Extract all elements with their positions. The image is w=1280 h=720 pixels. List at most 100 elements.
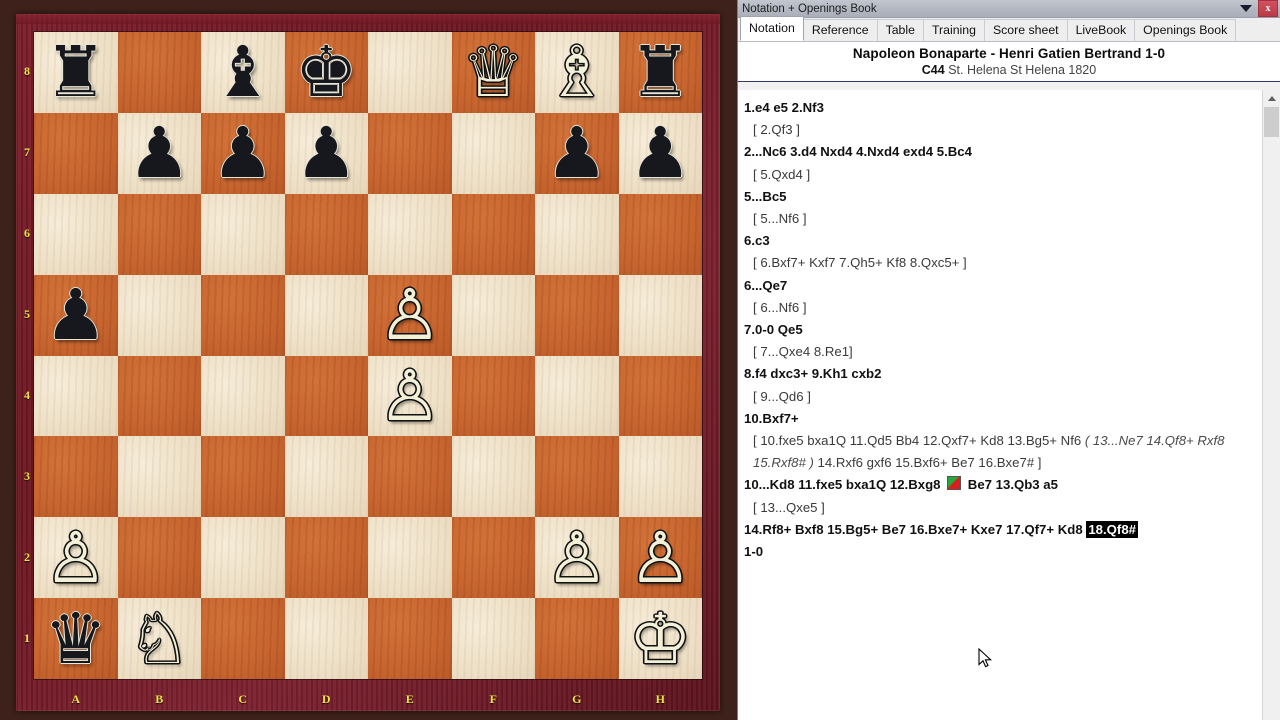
square-f1[interactable] — [451, 598, 535, 679]
variation-text-tail[interactable]: 14.Rxf6 gxf6 15.Bxf6+ Be7 16.Bxe7# ] — [814, 455, 1042, 470]
piece-white-bishop[interactable]: ♗ — [535, 32, 619, 113]
piece-white-pawn[interactable]: ♙ — [368, 356, 452, 437]
square-b1[interactable]: ♘ — [117, 598, 202, 679]
piece-black-pawn[interactable]: ♟ — [201, 113, 285, 194]
square-g5[interactable] — [535, 274, 619, 356]
square-a6[interactable] — [34, 193, 118, 275]
tab-openings-book[interactable]: Openings Book — [1134, 19, 1237, 41]
square-f7[interactable] — [451, 112, 535, 194]
square-d4[interactable] — [284, 355, 368, 437]
piece-white-pawn[interactable]: ♙ — [535, 517, 619, 598]
square-h1[interactable]: ♔ — [618, 598, 703, 679]
square-c8[interactable]: ♝ — [201, 32, 285, 113]
piece-black-pawn[interactable]: ♟ — [535, 113, 619, 194]
square-b4[interactable] — [117, 355, 201, 437]
close-icon[interactable]: x — [1258, 0, 1278, 17]
move-text-tail[interactable]: Be7 13.Qb3 a5 — [964, 477, 1058, 492]
square-f4[interactable] — [451, 355, 535, 437]
notation-line[interactable]: 2...Nc6 3.d4 Nxd4 4.Nxd4 exd4 5.Bc4 — [744, 141, 1280, 163]
square-b5[interactable] — [117, 274, 201, 356]
notation-line[interactable]: 6.c3 — [744, 230, 1280, 252]
square-b6[interactable] — [117, 193, 201, 275]
tab-livebook[interactable]: LiveBook — [1066, 19, 1136, 41]
square-d8[interactable]: ♚ — [284, 32, 369, 113]
square-g7[interactable]: ♟ — [535, 112, 619, 194]
piece-white-pawn[interactable]: ♙ — [368, 275, 452, 356]
piece-white-pawn[interactable]: ♙ — [34, 517, 118, 598]
notation-line[interactable]: 7.0-0 Qe5 — [744, 319, 1280, 341]
piece-white-king[interactable]: ♔ — [619, 598, 703, 679]
tab-training[interactable]: Training — [922, 19, 985, 41]
piece-black-king[interactable]: ♚ — [285, 32, 369, 113]
notation-line[interactable]: [ 10.fxe5 bxa1Q 11.Qd5 Bb4 12.Qxf7+ Kd8 … — [744, 430, 1258, 474]
notation-line[interactable]: [ 2.Qf3 ] — [744, 119, 1280, 141]
square-c5[interactable] — [201, 274, 285, 356]
square-e8[interactable] — [368, 32, 452, 113]
scrollbar-thumb[interactable] — [1264, 107, 1279, 137]
square-d3[interactable] — [284, 436, 368, 518]
square-h3[interactable] — [618, 436, 702, 518]
piece-white-knight[interactable]: ♘ — [118, 598, 202, 679]
square-a3[interactable] — [34, 436, 118, 518]
panel-titlebar[interactable]: Notation + Openings Book x — [738, 0, 1280, 18]
square-a5[interactable]: ♟ — [34, 274, 118, 356]
square-a2[interactable]: ♙ — [34, 517, 118, 599]
square-a4[interactable] — [34, 355, 118, 437]
square-e5[interactable]: ♙ — [368, 274, 452, 356]
piece-white-pawn[interactable]: ♙ — [619, 517, 703, 598]
square-c4[interactable] — [201, 355, 285, 437]
square-g6[interactable] — [535, 193, 619, 275]
square-d6[interactable] — [284, 193, 368, 275]
square-d5[interactable] — [284, 274, 368, 356]
square-d2[interactable] — [284, 517, 368, 599]
square-e3[interactable] — [368, 436, 452, 518]
square-d7[interactable]: ♟ — [284, 112, 368, 194]
square-f3[interactable] — [451, 436, 535, 518]
board-grid[interactable]: ♜ ♝ ♚ ♕ ♗ ♜ ♟ ♟ ♟ ♟ ♟ ♟ ♙ ♙ ♙ ♙ ♙ ♛ ♘ ♔ — [34, 32, 702, 679]
square-c3[interactable] — [201, 436, 285, 518]
chessboard-area[interactable]: ♜ ♝ ♚ ♕ ♗ ♜ ♟ ♟ ♟ ♟ ♟ ♟ ♙ ♙ ♙ ♙ ♙ ♛ ♘ ♔ 87654321ABCDEFGH — [0, 0, 737, 720]
square-a7[interactable] — [34, 112, 118, 194]
square-f5[interactable] — [451, 274, 535, 356]
square-h8[interactable]: ♜ — [618, 32, 703, 113]
tab-notation[interactable]: Notation — [740, 16, 804, 41]
square-f6[interactable] — [451, 193, 535, 275]
square-h5[interactable] — [618, 274, 702, 356]
notation-line[interactable]: [ 6.Bxf7+ Kxf7 7.Qh5+ Kf8 8.Qxc5+ ] — [744, 252, 1280, 274]
square-e7[interactable] — [368, 112, 452, 194]
square-g3[interactable] — [535, 436, 619, 518]
notation-line[interactable]: 1.e4 e5 2.Nf3 — [744, 97, 1280, 119]
tab-table[interactable]: Table — [876, 19, 924, 41]
square-b7[interactable]: ♟ — [117, 112, 202, 194]
square-g1[interactable] — [535, 598, 619, 679]
piece-black-rook[interactable]: ♜ — [619, 32, 703, 113]
square-e1[interactable] — [368, 598, 452, 679]
notation-line[interactable]: 6...Qe7 — [744, 275, 1280, 297]
scroll-up-icon[interactable] — [1263, 90, 1280, 107]
notation-scrollbar[interactable] — [1262, 90, 1280, 720]
square-f8[interactable]: ♕ — [451, 32, 536, 113]
square-h2[interactable]: ♙ — [618, 517, 703, 599]
variation-text[interactable]: [ 10.fxe5 bxa1Q 11.Qd5 Bb4 12.Qxf7+ Kd8 … — [753, 433, 1085, 448]
piece-black-pawn[interactable]: ♟ — [34, 275, 118, 356]
notation-line[interactable]: 5...Bc5 — [744, 186, 1280, 208]
square-a1[interactable]: ♛ — [34, 598, 118, 679]
square-h4[interactable] — [618, 355, 702, 437]
square-g8[interactable]: ♗ — [535, 32, 619, 113]
square-c7[interactable]: ♟ — [201, 112, 285, 194]
tab-score-sheet[interactable]: Score sheet — [983, 19, 1068, 41]
notation-line[interactable]: [ 7...Qxe4 8.Re1] — [744, 341, 1280, 363]
chevron-down-icon[interactable] — [1240, 5, 1252, 12]
square-e6[interactable] — [368, 193, 452, 275]
square-h7[interactable]: ♟ — [618, 112, 703, 194]
tab-reference[interactable]: Reference — [802, 19, 878, 41]
square-h6[interactable] — [618, 193, 702, 275]
piece-black-pawn[interactable]: ♟ — [619, 113, 703, 194]
notation-line[interactable]: 14.Rf8+ Bxf8 15.Bg5+ Be7 16.Bxe7+ Kxe7 1… — [744, 519, 1280, 541]
square-e4[interactable]: ♙ — [368, 355, 452, 437]
piece-black-pawn[interactable]: ♟ — [118, 113, 202, 194]
square-g2[interactable]: ♙ — [535, 517, 619, 599]
notation-movelist[interactable]: 1.e4 e5 2.Nf3[ 2.Qf3 ] 2...Nc6 3.d4 Nxd4 … — [738, 90, 1280, 720]
piece-white-queen[interactable]: ♕ — [452, 32, 536, 113]
square-b8[interactable] — [117, 32, 201, 113]
